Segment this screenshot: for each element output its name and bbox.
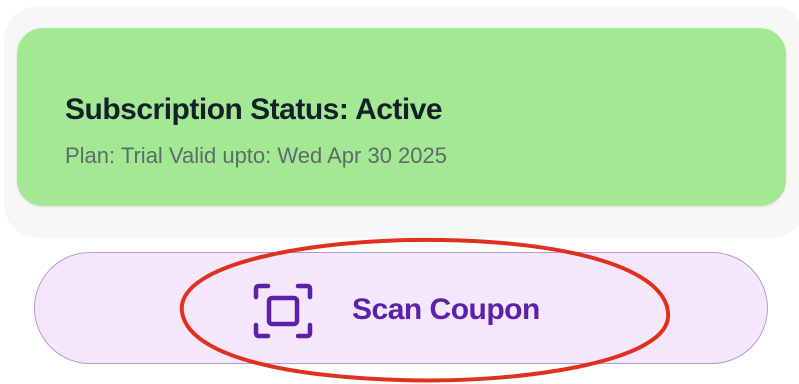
page: Subscription Status: Active Plan: Trial … <box>0 0 799 384</box>
subscription-status-title: Subscription Status: Active <box>65 93 443 126</box>
subscription-plan-details: Plan: Trial Valid upto: Wed Apr 30 2025 <box>65 143 447 168</box>
scan-frame-icon <box>253 283 313 339</box>
scan-coupon-label[interactable]: Scan Coupon <box>352 293 540 327</box>
